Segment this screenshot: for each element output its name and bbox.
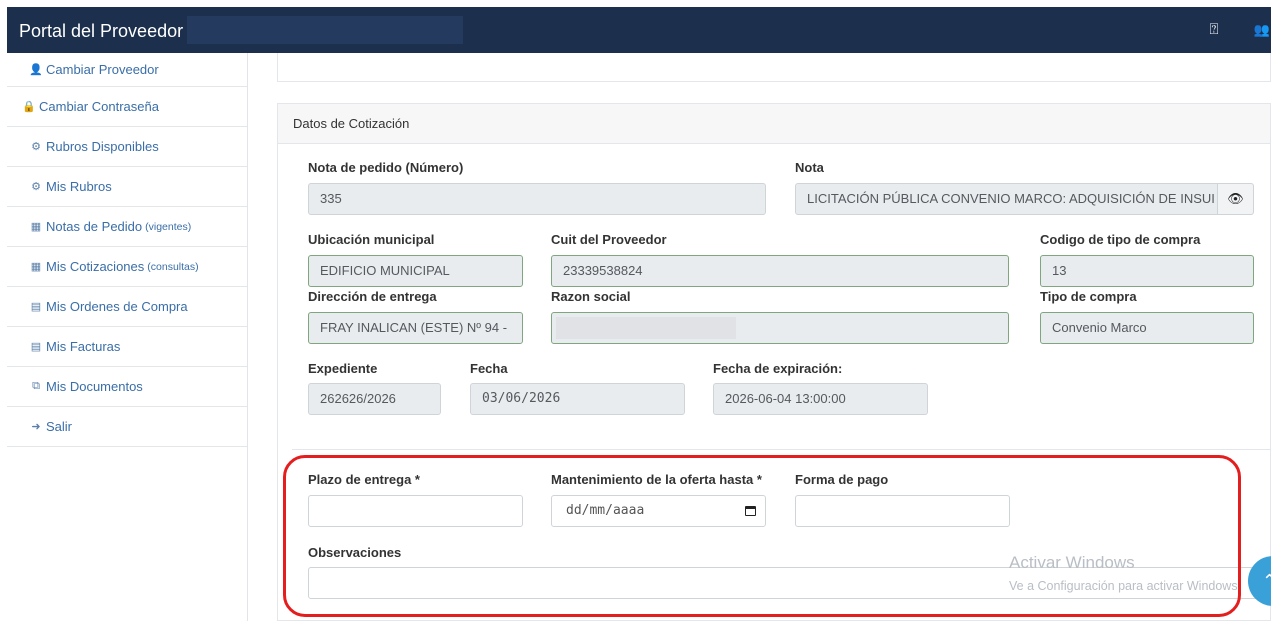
mantenimiento-oferta-label: Mantenimiento de la oferta hasta * (551, 472, 762, 487)
nota-label: Nota (795, 160, 824, 175)
sidebar: 👤 Cambiar Proveedor 🔒 Cambiar Contraseña… (7, 53, 248, 621)
sidebar-item-sublabel: (vigentes) (145, 220, 192, 233)
top-navbar: Portal del Proveedor ⍰ 👥 (7, 7, 1271, 53)
redacted-area (556, 317, 736, 339)
direccion-label: Dirección de entrega (308, 289, 437, 304)
sidebar-item-mis-facturas[interactable]: ▤ Mis Facturas (7, 327, 247, 367)
table-icon: ▦ (30, 261, 42, 273)
sidebar-item-mis-documentos[interactable]: ⧉ Mis Documentos (7, 367, 247, 407)
tipo-compra-field: Convenio Marco (1040, 312, 1254, 344)
fecha-expiracion-field: 2026-06-04 13:00:00 (713, 383, 928, 415)
plazo-entrega-label: Plazo de entrega * (308, 472, 420, 487)
cuit-label: Cuit del Proveedor (551, 232, 667, 247)
copy-icon: ⧉ (32, 380, 40, 392)
ubicacion-label: Ubicación municipal (308, 232, 435, 247)
user-icon: 👤 (29, 64, 43, 76)
sidebar-item-mis-rubros[interactable]: ⚙ Mis Rubros (7, 167, 247, 207)
redacted-area (187, 16, 463, 44)
sidebar-item-sublabel: (consultas) (147, 260, 199, 273)
observaciones-label: Observaciones (308, 545, 402, 560)
codigo-tipo-label: Codigo de tipo de compra (1040, 232, 1201, 247)
table-icon: ▦ (30, 221, 42, 233)
plazo-entrega-input[interactable] (308, 495, 523, 527)
previous-card (277, 53, 1271, 82)
sidebar-item-label: Salir (46, 419, 73, 434)
sign-out-icon: ➜ (31, 421, 41, 433)
fecha-label: Fecha (470, 361, 508, 376)
sidebar-item-label: Cambiar Proveedor (46, 62, 159, 77)
app-title[interactable]: Portal del Proveedor (19, 21, 183, 42)
sidebar-item-label: Cambiar Contraseña (39, 99, 159, 114)
fecha-expiracion-label: Fecha de expiración: (713, 361, 843, 376)
direccion-field: FRAY INALICAN (ESTE) Nº 94 - (308, 312, 523, 344)
quote-card-header: Datos de Cotización (278, 104, 1270, 144)
cogs-icon: ⚙ (31, 141, 41, 153)
codigo-tipo-field: 13 (1040, 255, 1254, 287)
nota-pedido-field: 335 (308, 183, 766, 215)
sidebar-item-label: Mis Documentos (46, 379, 143, 394)
sidebar-item-label: Mis Rubros (46, 179, 112, 194)
forma-pago-label: Forma de pago (795, 472, 889, 487)
expediente-label: Expediente (308, 361, 378, 376)
cuit-field: 23339538824 (551, 255, 1009, 287)
fecha-field: 03/06/2026 (470, 383, 685, 415)
nota-pedido-label: Nota de pedido (Número) (308, 160, 464, 175)
page: Portal del Proveedor ⍰ 👥 👤 Cambiar Prove… (0, 0, 1271, 621)
tipo-compra-label: Tipo de compra (1040, 289, 1137, 304)
arrow-up-icon: ⌃ (1262, 571, 1271, 591)
expediente-field: 262626/2026 (308, 383, 441, 415)
sidebar-item-notas-de-pedido[interactable]: ▦ Notas de Pedido (vigentes) (7, 207, 247, 247)
date-placeholder: dd/mm/aaaa (566, 503, 645, 518)
sidebar-item-label: Mis Cotizaciones (46, 259, 145, 274)
eye-icon[interactable]: 👁 (1218, 183, 1254, 215)
razon-social-label: Razon social (551, 289, 631, 304)
sidebar-item-cambiar-contrasena[interactable]: 🔒 Cambiar Contraseña (7, 87, 247, 127)
sidebar-item-salir[interactable]: ➜ Salir (7, 407, 247, 447)
sidebar-item-cambiar-proveedor[interactable]: 👤 Cambiar Proveedor (7, 53, 247, 87)
nota-field: LICITACIÓN PÚBLICA CONVENIO MARCO: ADQUI… (795, 183, 1218, 215)
windows-activation-title: Activar Windows (1009, 553, 1135, 572)
sidebar-item-label: Notas de Pedido (46, 219, 143, 234)
sidebar-item-label: Mis Facturas (46, 339, 121, 354)
calendar-icon[interactable] (745, 506, 756, 516)
ubicacion-field: EDIFICIO MUNICIPAL (308, 255, 523, 287)
sidebar-item-label: Rubros Disponibles (46, 139, 159, 154)
sidebar-item-rubros-disponibles[interactable]: ⚙ Rubros Disponibles (7, 127, 247, 167)
users-icon[interactable]: 👥 (1251, 19, 1271, 41)
lock-icon: 🔒 (22, 101, 36, 113)
mantenimiento-oferta-date-input[interactable]: dd/mm/aaaa (551, 495, 766, 527)
sidebar-item-mis-ordenes-de-compra[interactable]: ▤ Mis Ordenes de Compra (7, 287, 247, 327)
question-circle-icon[interactable]: ⍰ (1203, 19, 1225, 41)
windows-activation-subtitle: Ve a Configuración para activar Windows. (1009, 579, 1242, 593)
sidebar-item-label: Mis Ordenes de Compra (46, 299, 188, 314)
sidebar-item-mis-cotizaciones[interactable]: ▦ Mis Cotizaciones (consultas) (7, 247, 247, 287)
file-text-icon: ▤ (30, 301, 42, 313)
forma-pago-input[interactable] (795, 495, 1010, 527)
file-text-icon: ▤ (30, 341, 42, 353)
divider (292, 449, 1271, 450)
cogs-icon: ⚙ (31, 181, 41, 193)
